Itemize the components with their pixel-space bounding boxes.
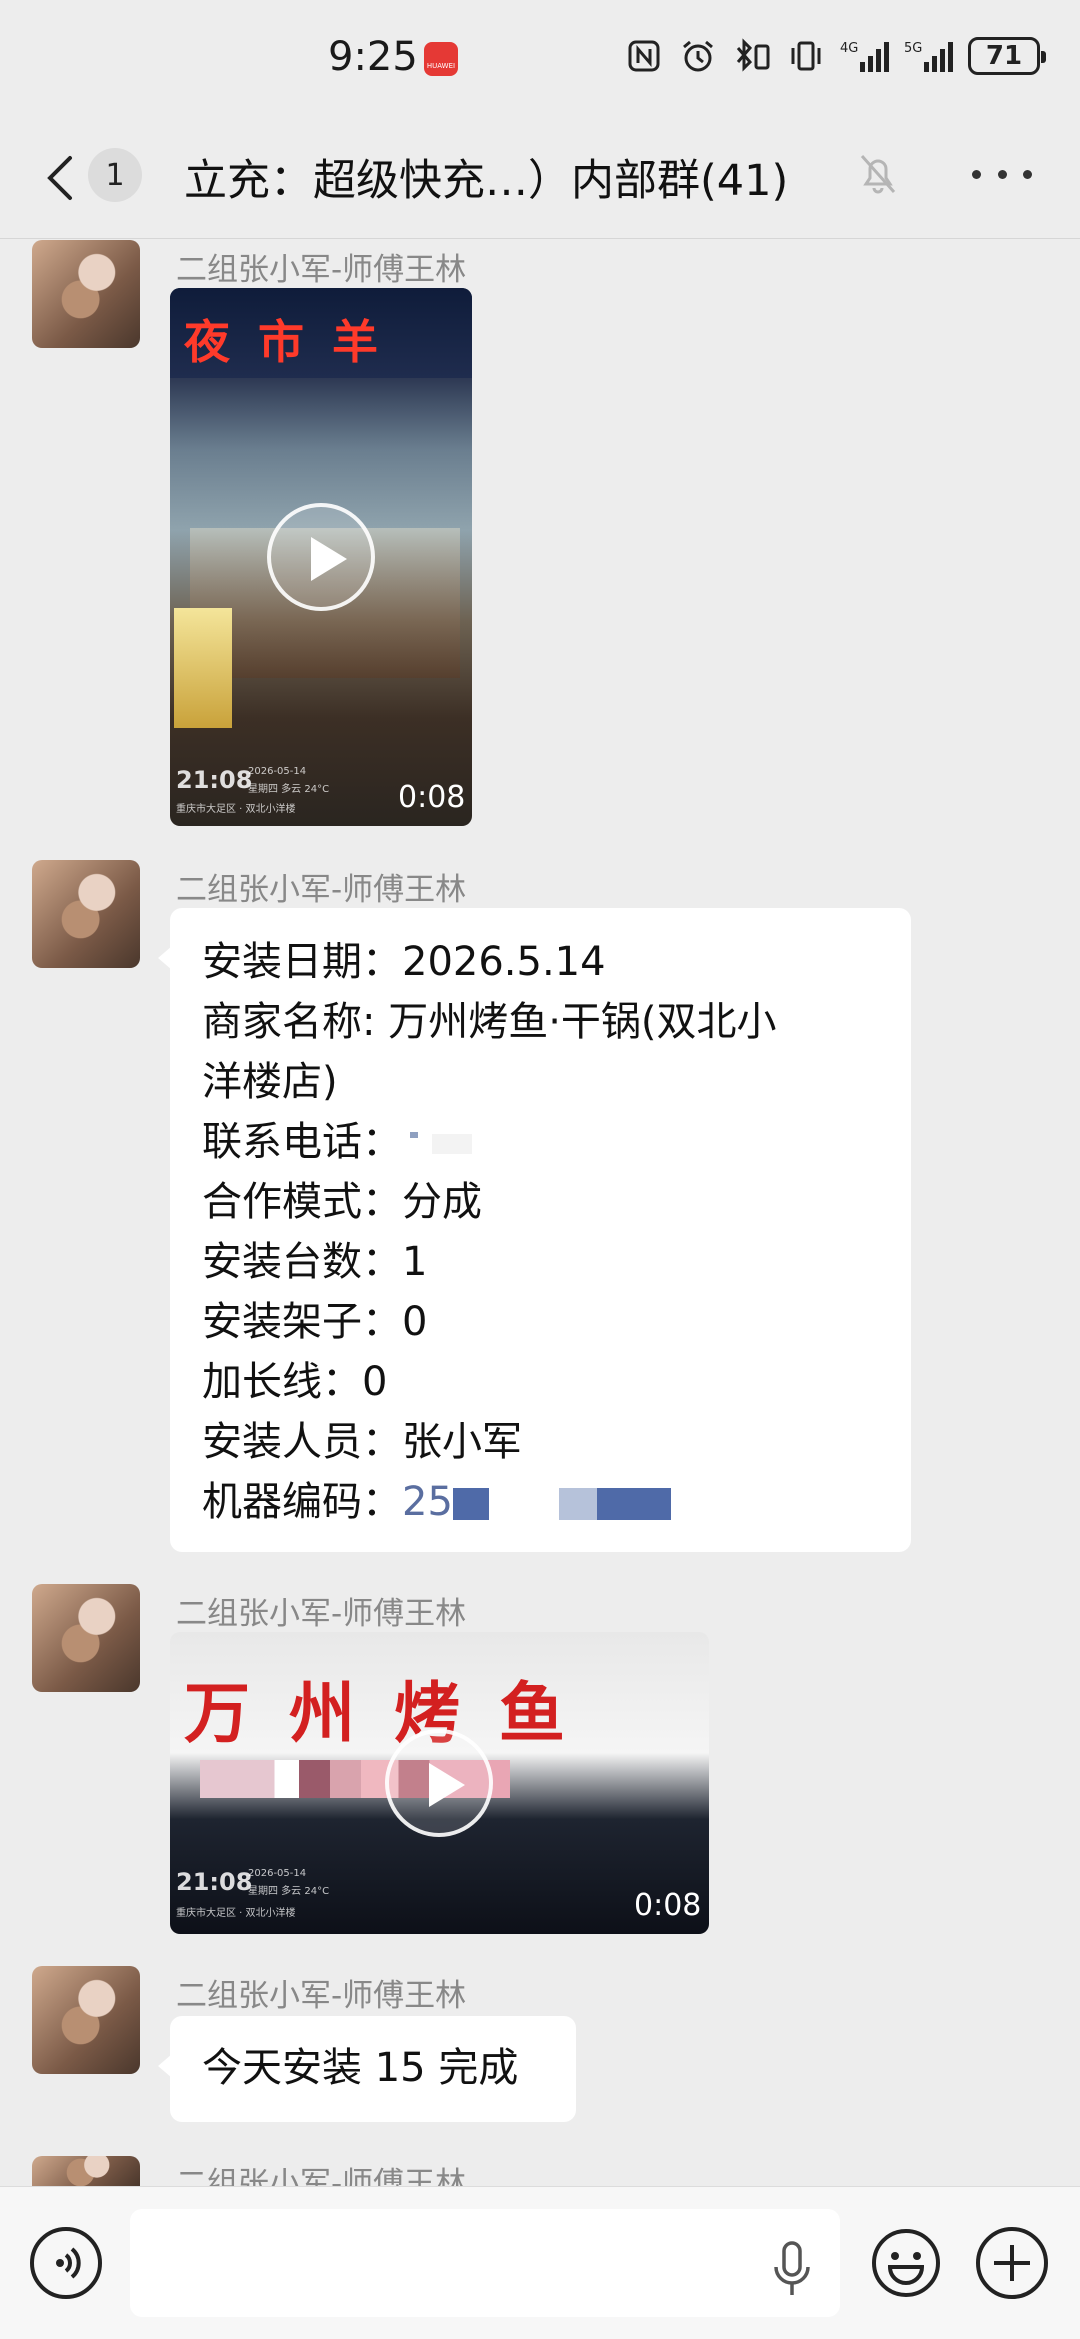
text-message-bubble[interactable]: 安装日期：2026.5.14 商家名称: 万州烤鱼·干锅(双北小 洋楼店) 联系… — [158, 908, 911, 1552]
avatar[interactable] — [32, 1584, 140, 1692]
message-line: 加长线：0 — [202, 1359, 388, 1405]
line-label: 联系电话： — [202, 1119, 402, 1165]
sender-name: 二组张小军-师傅王林 — [176, 2166, 467, 2186]
play-icon[interactable] — [385, 1729, 493, 1837]
avatar[interactable] — [32, 1966, 140, 2074]
chat-title[interactable]: 立充：超级快充…）内部群(41) — [184, 146, 788, 208]
header-divider — [0, 238, 1080, 239]
message-line: 安装日期：2026.5.14 — [202, 939, 606, 985]
huawei-app-icon: HUAWEI — [424, 42, 458, 76]
stamp-weather: 星期四 多云 24°C — [248, 1886, 330, 1897]
stamp-location: 重庆市大足区 · 双北小洋楼 — [176, 804, 296, 815]
message-line: 机器编码：25 — [202, 1472, 879, 1532]
text-message-bubble[interactable]: 今天安装 15 完成 — [158, 2016, 576, 2122]
mute-bell-icon — [858, 152, 898, 196]
nfc-icon — [624, 36, 664, 76]
message-input[interactable] — [130, 2209, 840, 2317]
stamp-time: 21:08 — [176, 766, 253, 794]
message-line: 安装台数：1 — [202, 1239, 428, 1285]
stamp-weather: 星期四 多云 24°C — [248, 784, 330, 795]
message-line: 洋楼店) — [202, 1059, 338, 1105]
more-icon[interactable] — [972, 152, 1032, 196]
vibrate-icon — [786, 36, 826, 76]
status-icons: 4G 5G 71 — [624, 36, 1046, 76]
emoji-icon[interactable] — [870, 2227, 942, 2299]
input-toolbar — [0, 2186, 1080, 2339]
svg-text:5G: 5G — [904, 41, 922, 56]
bluetooth-battery-icon — [732, 36, 772, 76]
message-line: 安装架子：0 — [202, 1299, 428, 1345]
sign-text: 夜 市 羊 — [184, 315, 385, 369]
status-bar: 9:25 HUAWEI 4G 5G 71 — [0, 0, 1080, 120]
video-duration: 0:08 — [398, 780, 466, 815]
play-icon[interactable] — [267, 503, 375, 611]
alarm-icon — [678, 36, 718, 76]
redacted-code — [596, 1488, 671, 1520]
message-text: 今天安装 15 完成 — [202, 2045, 519, 2091]
stamp-date: 2026-05-14 — [248, 1868, 307, 1879]
redacted-code — [558, 1488, 597, 1520]
mic-icon[interactable] — [772, 2241, 812, 2297]
message-line: 联系电话： — [202, 1112, 879, 1172]
video-duration: 0:08 — [634, 1888, 702, 1923]
status-time: 9:25 — [328, 34, 418, 80]
video-message[interactable]: 夜 市 羊 21:08 2026-05-14 星期四 多云 24°C 重庆市大足… — [170, 288, 472, 826]
shop-sign: 夜 市 羊 — [170, 288, 472, 378]
line-label: 机器编码： — [202, 1479, 402, 1525]
sender-name: 二组张小军-师傅王林 — [176, 1596, 467, 1632]
message-line: 合作模式：分成 — [202, 1179, 482, 1225]
sender-name: 二组张小军-师傅王林 — [176, 252, 467, 288]
plus-icon[interactable] — [976, 2227, 1048, 2299]
voice-icon[interactable] — [30, 2227, 102, 2299]
redacted-phone — [410, 1132, 418, 1138]
sender-name: 二组张小军-师傅王林 — [176, 872, 467, 908]
battery-indicator: 71 — [968, 37, 1046, 75]
stamp-time: 21:08 — [176, 1868, 253, 1896]
signal-5g-icon: 5G — [904, 36, 954, 76]
svg-text:4G: 4G — [840, 41, 858, 56]
sign-text: 万 州 烤 鱼 — [184, 1675, 573, 1752]
redacted-phone — [432, 1134, 472, 1154]
avatar[interactable] — [32, 2156, 140, 2186]
lightbox-left — [174, 608, 232, 728]
video-message[interactable]: 万 州 烤 鱼 21:08 2026-05-14 星期四 多云 24°C 重庆市… — [170, 1632, 709, 1934]
message-line: 安装人员：张小军 — [202, 1419, 522, 1465]
stamp-date: 2026-05-14 — [248, 766, 307, 777]
signal-4g-icon: 4G — [840, 36, 890, 76]
unread-count-badge[interactable]: 1 — [88, 148, 142, 202]
avatar[interactable] — [32, 240, 140, 348]
back-chevron-icon — [47, 156, 72, 200]
machine-code-prefix: 25 — [402, 1479, 453, 1525]
redacted-code — [452, 1488, 489, 1520]
sender-name: 二组张小军-师傅王林 — [176, 1978, 467, 2014]
stamp-location: 重庆市大足区 · 双北小洋楼 — [176, 1908, 296, 1919]
message-line: 商家名称: 万州烤鱼·干锅(双北小 — [202, 999, 777, 1045]
back-button[interactable] — [40, 150, 80, 206]
avatar[interactable] — [32, 860, 140, 968]
